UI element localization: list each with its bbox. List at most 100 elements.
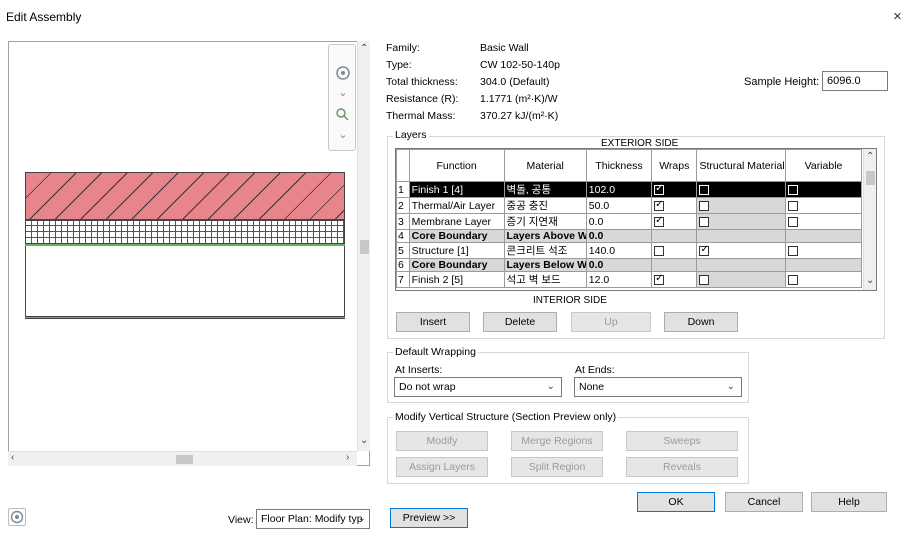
table-row[interactable]: 7 Finish 2 [5] 석고 벽 보드 12.0 [396,271,862,288]
column-header[interactable]: Wraps [651,149,698,182]
thickness-cell[interactable]: 140.0 [585,242,653,259]
scroll-thumb[interactable] [360,240,369,254]
row-number[interactable]: 5 [396,242,410,259]
variable-cell-checkbox[interactable] [788,184,799,195]
at-ends-select[interactable]: None ⌄ [574,377,742,397]
down-button[interactable]: Down [664,312,738,332]
structural-cell[interactable] [696,197,787,214]
steering-wheel-icon[interactable] [8,508,26,526]
preview-vertical-scrollbar[interactable]: ⌃ ⌄ [357,41,370,451]
structural-cell[interactable] [696,181,787,198]
wraps-cell-checkbox[interactable] [654,273,665,285]
zoom-icon[interactable] [335,107,351,123]
variable-cell[interactable] [785,242,862,259]
thickness-cell[interactable]: 12.0 [585,271,653,288]
variable-cell[interactable] [785,181,862,198]
structural-cell[interactable] [696,229,787,243]
reveals-button[interactable]: Reveals [626,457,738,477]
scroll-down-icon[interactable]: ⌄ [360,435,368,446]
sample-height-input[interactable] [822,71,888,91]
row-number[interactable]: 7 [396,271,410,288]
merge-regions-button[interactable]: Merge Regions [511,431,603,451]
function-cell[interactable]: Core Boundary [408,258,505,272]
column-header[interactable]: Material [503,149,587,182]
table-row[interactable]: 6 Core Boundary Layers Below W 0.0 [396,258,862,272]
layers-table[interactable]: Function Material Thickness Wraps Struct… [395,148,877,291]
thickness-cell[interactable]: 0.0 [585,213,653,230]
scroll-thumb[interactable] [176,455,193,464]
delete-button[interactable]: Delete [483,312,557,332]
function-cell[interactable]: Finish 1 [4] [408,181,505,198]
row-number[interactable]: 6 [396,258,410,272]
cancel-button[interactable]: Cancel [725,492,803,512]
preview-button[interactable]: Preview >> [390,508,468,528]
table-row[interactable]: 1 Finish 1 [4] 벽돌, 공통 102.0 [396,181,862,198]
structural-cell[interactable] [696,271,787,288]
chevron-down-icon[interactable]: ⌄ [335,127,351,143]
column-header[interactable]: Thickness [585,149,653,182]
wraps-cell[interactable] [651,197,698,214]
wraps-cell[interactable] [651,181,698,198]
wraps-cell-checkbox[interactable] [654,183,665,195]
wraps-cell[interactable] [651,229,698,243]
help-button[interactable]: Help [811,492,887,512]
variable-cell[interactable] [785,197,862,214]
wraps-cell[interactable] [651,271,698,288]
scroll-right-icon[interactable]: › [346,452,349,463]
wraps-cell-checkbox[interactable] [654,245,665,256]
structural-cell[interactable] [696,242,787,259]
scroll-up-icon[interactable]: ⌃ [866,151,874,162]
table-row[interactable]: 5 Structure [1] 콘크리트 석조 140.0 [396,242,862,259]
thickness-cell[interactable]: 0.0 [585,229,653,243]
variable-cell[interactable] [785,229,862,243]
column-header[interactable]: Structural Material [696,149,787,182]
variable-cell-checkbox[interactable] [788,200,799,211]
layers-scrollbar[interactable]: ⌃ ⌄ [863,149,876,290]
insert-button[interactable]: Insert [396,312,470,332]
column-header[interactable]: Function [408,149,505,182]
scroll-left-icon[interactable]: ‹ [11,452,14,463]
structural-cell-checkbox[interactable] [699,200,710,211]
variable-cell[interactable] [785,271,862,288]
table-row[interactable]: 2 Thermal/Air Layer 중공 충진 50.0 [396,197,862,214]
row-number[interactable]: 3 [396,213,410,230]
function-cell[interactable]: Membrane Layer [408,213,505,230]
structural-cell-checkbox[interactable] [699,216,710,227]
structural-cell-checkbox[interactable] [699,244,710,256]
variable-cell-checkbox[interactable] [788,274,799,285]
table-row[interactable]: 3 Membrane Layer 증기 지연재 0.0 [396,213,862,230]
structural-cell-checkbox[interactable] [699,184,710,195]
scroll-up-icon[interactable]: ⌃ [360,43,368,54]
wraps-cell-checkbox[interactable] [654,199,665,211]
material-cell[interactable]: 증기 지연재 [503,213,587,230]
scroll-thumb[interactable] [866,171,875,185]
thickness-cell[interactable]: 50.0 [585,197,653,214]
modify-button[interactable]: Modify [396,431,488,451]
scroll-down-icon[interactable]: ⌄ [866,275,874,286]
material-cell[interactable]: Layers Above W [503,229,587,243]
variable-cell-checkbox[interactable] [788,245,799,256]
table-row[interactable]: 4 Core Boundary Layers Above W 0.0 [396,229,862,243]
navigation-bar[interactable]: ⌄ ⌄ [328,44,356,151]
assign-layers-button[interactable]: Assign Layers [396,457,488,477]
wraps-cell-checkbox[interactable] [654,215,665,227]
view-select[interactable]: Floor Plan: Modify typ ⌄ [256,509,370,529]
column-header[interactable]: Variable [785,149,862,182]
thickness-cell[interactable]: 0.0 [585,258,653,272]
close-icon[interactable]: × [893,8,902,25]
up-button[interactable]: Up [571,312,651,332]
wraps-cell[interactable] [651,242,698,259]
variable-cell[interactable] [785,213,862,230]
sweeps-button[interactable]: Sweeps [626,431,738,451]
row-number[interactable]: 4 [396,229,410,243]
material-cell[interactable]: 콘크리트 석조 [503,242,587,259]
function-cell[interactable]: Thermal/Air Layer [408,197,505,214]
at-inserts-select[interactable]: Do not wrap ⌄ [394,377,562,397]
preview-horizontal-scrollbar[interactable]: ‹ › [8,451,357,466]
structural-cell-checkbox[interactable] [699,274,710,285]
row-number[interactable]: 2 [396,197,410,214]
material-cell[interactable]: 중공 충진 [503,197,587,214]
material-cell[interactable]: 석고 벽 보드 [503,271,587,288]
variable-cell[interactable] [785,258,862,272]
structural-cell[interactable] [696,213,787,230]
